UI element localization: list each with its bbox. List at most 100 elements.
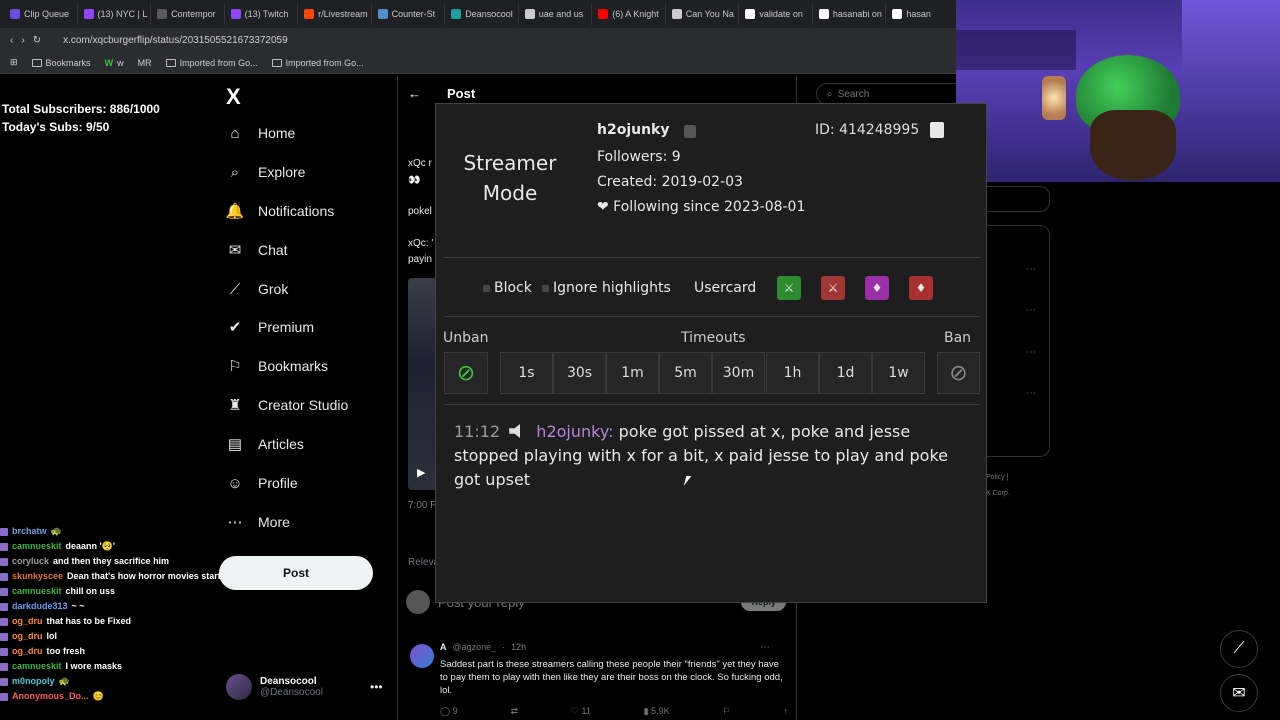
browser-tab[interactable]: uae and us — [519, 3, 593, 25]
nav-item-notifications[interactable]: 🔔 Notifications — [226, 202, 335, 220]
browser-tab[interactable]: Deansocool — [445, 3, 519, 25]
tweet-actions: ◯ 9 ⇄ ♡ 11 ▮ 5.9K ⚐ ↑ — [440, 706, 788, 717]
mod-sword-green-icon[interactable]: ⚔ — [777, 276, 801, 300]
timeout-button[interactable]: 1h — [766, 352, 819, 394]
timeout-button[interactable]: 1m — [606, 352, 659, 394]
browser-tab[interactable]: Can You Na — [666, 3, 740, 25]
chat-username[interactable]: camnueskit — [12, 659, 62, 674]
reply-action[interactable]: ◯ 9 — [440, 706, 458, 717]
like-action[interactable]: ♡ 11 — [571, 706, 591, 717]
nav-item-creator-studio[interactable]: ♜ Creator Studio — [226, 396, 348, 414]
browser-tab[interactable]: (6) A Knight — [592, 3, 666, 25]
chat-username[interactable]: coryluck — [12, 554, 49, 569]
nav-item-grok[interactable]: ⟋ Grok — [226, 280, 289, 298]
chat-username[interactable]: og_dru — [12, 614, 43, 629]
usercard-link[interactable]: Usercard — [694, 280, 756, 296]
bookmark-mr[interactable]: MR — [138, 58, 152, 68]
nav-item-bookmarks[interactable]: ⚐ Bookmarks — [226, 357, 328, 375]
browser-tab[interactable]: Clip Queue — [4, 3, 78, 25]
chat-username[interactable]: og_dru — [12, 644, 43, 659]
usercard-username[interactable]: h2ojunky — [597, 122, 670, 138]
bookmark-imported-2[interactable]: Imported from Go... — [271, 58, 364, 68]
more-icon[interactable]: ⋯ — [760, 642, 770, 653]
mod-sword-red-icon[interactable]: ⚔ — [821, 276, 845, 300]
forward-icon[interactable]: › — [21, 35, 24, 46]
grok-icon[interactable]: ⟋ — [1220, 630, 1258, 668]
bookmark-icon[interactable]: ⚐ — [723, 706, 731, 717]
browser-tab[interactable]: hasanabi on — [813, 3, 887, 25]
messages-icon[interactable]: ✉ — [1220, 674, 1258, 712]
nav-item-explore[interactable]: ⌕ Explore — [226, 163, 306, 181]
tweet-handle[interactable]: @agzone_ — [453, 642, 497, 652]
total-subscribers: Total Subscribers: 886/1000 — [2, 102, 160, 116]
bookmark-w[interactable]: Ww — [105, 58, 124, 68]
unban-button[interactable]: ⊘ — [444, 352, 488, 394]
url-text[interactable]: x.com/xqcburgerflip/status/2031505521673… — [63, 35, 288, 46]
block-checkbox[interactable]: Block — [483, 280, 532, 296]
video-thumbnail[interactable] — [408, 278, 438, 490]
more-icon[interactable]: ••• — [370, 680, 383, 694]
tweet-author[interactable]: A — [440, 642, 447, 652]
reload-icon[interactable]: ↻ — [33, 35, 41, 46]
nav-item-profile[interactable]: ☺ Profile — [226, 474, 297, 492]
more-icon[interactable]: ⋯ — [1026, 388, 1036, 399]
x-logo-icon[interactable]: X — [226, 84, 241, 110]
nav-item-articles[interactable]: ▤ Articles — [226, 435, 304, 453]
nav-item-home[interactable]: ⌂ Home — [226, 124, 295, 142]
tweet-time[interactable]: 12h — [511, 642, 526, 652]
vip-gem-red-icon[interactable]: ♦ — [909, 276, 933, 300]
chat-badge-icon — [0, 692, 8, 701]
share-icon[interactable]: ↑ — [783, 706, 788, 717]
timeout-button[interactable]: 1d — [819, 352, 872, 394]
play-icon[interactable]: ▶ — [417, 466, 425, 479]
nav-item-chat[interactable]: ✉ Chat — [226, 241, 288, 259]
ban-button[interactable]: ⊘ — [937, 352, 980, 394]
copy-id-icon[interactable] — [930, 122, 944, 138]
timeout-button[interactable]: 5m — [659, 352, 712, 394]
chat-username[interactable]: darkdude313 — [12, 599, 68, 614]
chat-username[interactable]: Anonymous_Do... — [12, 689, 89, 704]
chat-username[interactable]: og_dru — [12, 629, 43, 644]
chat-username[interactable]: camnueskit — [12, 539, 62, 554]
search-input[interactable]: ⌕ Search — [816, 83, 966, 105]
footer-link[interactable]: Policy | — [986, 470, 1010, 486]
more-icon[interactable]: ⋯ — [1026, 305, 1036, 316]
timeout-button[interactable]: 1s — [500, 352, 553, 394]
post-header: ← Post — [408, 86, 475, 101]
more-icon[interactable]: ⋯ — [1026, 347, 1036, 358]
more-icon[interactable]: ⋯ — [1026, 264, 1036, 275]
bookmarks-icon: ⚐ — [228, 358, 242, 375]
chat-username[interactable]: m0nopoly — [12, 674, 55, 689]
browser-tab[interactable]: hasan — [886, 3, 960, 25]
message-user[interactable]: h2ojunky: — [536, 422, 613, 441]
bookmark-imported-1[interactable]: Imported from Go... — [165, 58, 258, 68]
timeout-button[interactable]: 30s — [553, 352, 606, 394]
chat-username[interactable]: camnueskit — [12, 584, 62, 599]
browser-tab[interactable]: Contempor — [151, 3, 225, 25]
ignore-highlights-checkbox[interactable]: Ignore highlights — [542, 280, 671, 296]
back-icon[interactable]: ‹ — [10, 35, 13, 46]
chat-username[interactable]: skunkyscee — [12, 569, 63, 584]
browser-tab[interactable]: Counter-St — [372, 3, 446, 25]
chat-message-text: that has to be Fixed — [46, 616, 132, 626]
retweet-icon[interactable]: ⇄ — [510, 706, 518, 717]
chat-username[interactable]: brchatw — [12, 524, 47, 539]
explore-icon: ⌕ — [230, 163, 240, 181]
nav-item-premium[interactable]: ✔ Premium — [226, 318, 314, 336]
views-action[interactable]: ▮ 5.9K — [644, 706, 670, 717]
vip-gem-purple-icon[interactable]: ♦ — [865, 276, 889, 300]
timeout-button[interactable]: 1w — [872, 352, 925, 394]
browser-tab[interactable]: r/Livestream — [298, 3, 372, 25]
browser-tab[interactable]: (13) Twitch — [225, 3, 299, 25]
browser-tab[interactable]: validate on — [739, 3, 813, 25]
browser-tab[interactable]: (13) NYC | L — [78, 3, 152, 25]
webcam-feed — [956, 0, 1280, 182]
chat-message: 11:12 h2ojunky: poke got pissed at x, po… — [454, 420, 974, 492]
apps-icon[interactable]: ⊞ — [10, 57, 18, 68]
back-arrow-icon[interactable]: ← — [408, 86, 421, 101]
timeout-button[interactable]: 30m — [712, 352, 765, 394]
copy-username-icon[interactable] — [684, 125, 696, 138]
bookmark-bookmarks[interactable]: Bookmarks — [31, 58, 91, 68]
reply-tweet[interactable]: A @agzone_ · 12h ⋯ Saddest part is these… — [410, 642, 788, 716]
avatar[interactable] — [410, 644, 434, 668]
